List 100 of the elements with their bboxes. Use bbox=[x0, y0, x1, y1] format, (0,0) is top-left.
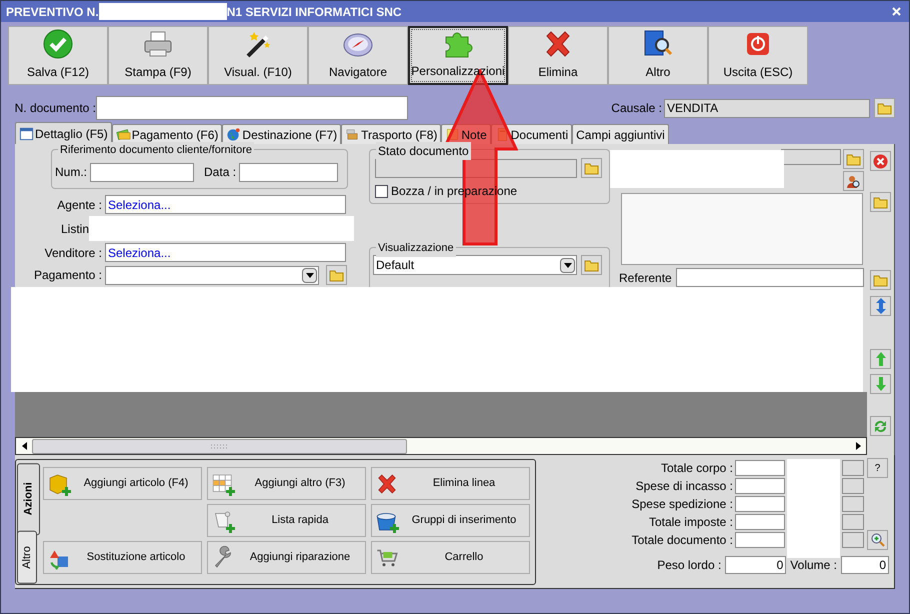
field-label: Spese spedizione : bbox=[632, 496, 733, 513]
left-arrow-icon bbox=[22, 442, 26, 450]
toolbar-button[interactable]: Navigatore bbox=[308, 26, 408, 85]
refresh-icon bbox=[873, 418, 888, 434]
action-button[interactable]: Carrello bbox=[371, 541, 530, 574]
dropdown[interactable]: Default bbox=[373, 255, 577, 275]
input-field[interactable]: Seleziona... bbox=[105, 195, 346, 214]
folder-icon bbox=[846, 152, 861, 166]
folder-button[interactable] bbox=[870, 270, 891, 290]
folder-button[interactable] bbox=[874, 98, 895, 118]
globe-icon bbox=[226, 127, 242, 142]
field-label: Num.: bbox=[55, 164, 88, 181]
toolbar-button[interactable]: Salva (F12) bbox=[8, 26, 108, 85]
window-title: N1 SERVIZI INFORMATICI SNC bbox=[226, 4, 402, 20]
move-up-button[interactable] bbox=[870, 349, 891, 369]
checkbox[interactable] bbox=[375, 184, 388, 198]
input-field[interactable] bbox=[735, 532, 785, 548]
vertical-tab[interactable]: Azioni bbox=[17, 463, 40, 536]
banknotes-icon bbox=[116, 127, 131, 142]
folder-icon bbox=[584, 162, 599, 174]
group-legend: Visualizzazione bbox=[376, 240, 456, 256]
box-add-icon bbox=[47, 472, 71, 496]
caret-icon bbox=[564, 262, 572, 268]
field-label: Listin bbox=[60, 220, 89, 238]
field-label: Venditore : bbox=[44, 244, 102, 262]
tab[interactable]: Trasporto (F8) bbox=[341, 124, 442, 144]
input-field[interactable] bbox=[735, 514, 785, 530]
field-label: Causale : bbox=[610, 100, 662, 117]
vertical-tab[interactable]: Altro bbox=[17, 531, 37, 584]
input-field[interactable]: Seleziona... bbox=[105, 243, 346, 262]
folder-icon bbox=[877, 102, 892, 114]
field-label: Peso lordo : bbox=[657, 557, 722, 574]
field-label: Pagamento : bbox=[32, 267, 102, 284]
action-button[interactable]: Lista rapida bbox=[207, 504, 366, 537]
calendar-icon bbox=[19, 126, 34, 141]
tab[interactable]: Campi aggiuntivi bbox=[572, 124, 669, 144]
tab[interactable]: Dettaglio (F5) bbox=[15, 122, 112, 144]
action-button[interactable]: Elimina linea bbox=[371, 467, 530, 500]
grip-icon bbox=[210, 444, 230, 448]
cross-circle-icon bbox=[873, 154, 888, 168]
input-field[interactable] bbox=[735, 478, 785, 494]
field-label: N. documento : bbox=[14, 100, 96, 117]
folder-button[interactable] bbox=[326, 265, 347, 285]
input-field[interactable] bbox=[239, 162, 338, 182]
tab[interactable]: Destinazione (F7) bbox=[222, 124, 342, 144]
check-icon bbox=[42, 28, 74, 60]
input-field[interactable] bbox=[781, 149, 841, 165]
input-field[interactable] bbox=[735, 496, 785, 512]
action-button[interactable]: Aggiungi riparazione bbox=[207, 541, 366, 574]
search-person-button[interactable] bbox=[843, 171, 864, 191]
folder-button[interactable] bbox=[870, 192, 891, 212]
action-button[interactable]: Sostituzione articolo bbox=[43, 541, 202, 574]
field-label: Referente bbox=[619, 270, 672, 286]
folder-icon bbox=[584, 258, 599, 272]
action-button[interactable]: Aggiungi articolo (F4) bbox=[43, 467, 202, 500]
horizontal-scrollbar[interactable] bbox=[15, 437, 867, 455]
remove-button[interactable] bbox=[870, 151, 891, 171]
input-field[interactable] bbox=[842, 514, 864, 530]
up-arrow-icon bbox=[876, 352, 886, 366]
field-label: Totale documento : bbox=[632, 532, 733, 549]
input-field[interactable] bbox=[842, 496, 864, 512]
package-icon bbox=[345, 127, 360, 142]
input-field[interactable]: VENDITA bbox=[664, 98, 870, 118]
input-field[interactable] bbox=[735, 460, 785, 476]
input-field[interactable]: 0 bbox=[841, 556, 889, 574]
person-search-icon bbox=[846, 174, 861, 188]
dropdown[interactable] bbox=[105, 266, 319, 284]
group-legend: Stato documento bbox=[376, 142, 471, 160]
folder-button[interactable] bbox=[581, 158, 602, 178]
toolbar-button[interactable]: Altro bbox=[608, 26, 708, 85]
input-field[interactable] bbox=[842, 532, 864, 548]
close-icon bbox=[892, 7, 900, 16]
action-button[interactable]: Aggiungi altro (F3) bbox=[207, 467, 366, 500]
input-field[interactable] bbox=[842, 478, 864, 494]
toolbar-button[interactable]: Uscita (ESC) bbox=[708, 26, 808, 85]
input-field[interactable]: 0 bbox=[725, 556, 786, 574]
toolbar-button[interactable]: Visual. (F10) bbox=[208, 26, 308, 85]
up-down-arrow-icon bbox=[876, 298, 886, 314]
field-label: Spese di incasso : bbox=[636, 478, 733, 495]
folder-icon bbox=[329, 268, 344, 282]
down-arrow-icon bbox=[876, 377, 886, 391]
zoom-button[interactable] bbox=[867, 530, 888, 550]
input-field[interactable] bbox=[842, 460, 864, 476]
toolbar-button[interactable]: Stampa (F9) bbox=[108, 26, 208, 85]
folder-icon bbox=[873, 274, 888, 286]
field-label: Totale imposte : bbox=[648, 514, 733, 531]
input-field[interactable] bbox=[90, 162, 194, 182]
move-down-button[interactable] bbox=[870, 374, 891, 394]
action-button[interactable]: Gruppi di inserimento bbox=[371, 504, 530, 537]
scrollbar-thumb[interactable] bbox=[32, 438, 407, 454]
input-field[interactable] bbox=[676, 268, 864, 287]
toolbar-button[interactable]: Elimina bbox=[508, 26, 608, 85]
refresh-button[interactable] bbox=[870, 416, 891, 436]
caret-icon bbox=[306, 272, 314, 278]
field-label: Totale corpo : bbox=[660, 460, 733, 477]
folder-button[interactable] bbox=[581, 255, 602, 275]
right-arrow-icon bbox=[856, 442, 860, 450]
move-button[interactable] bbox=[870, 296, 891, 316]
input-field[interactable] bbox=[96, 96, 408, 120]
help-button[interactable]: ? bbox=[867, 458, 888, 478]
